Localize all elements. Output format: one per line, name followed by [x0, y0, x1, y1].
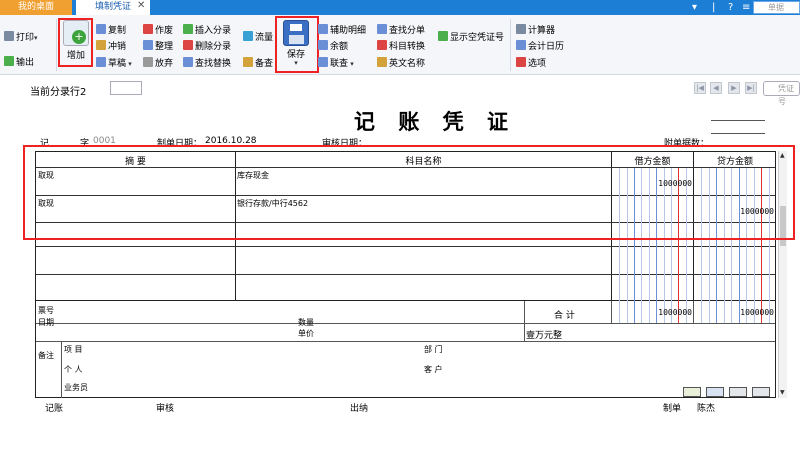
previous-record-icon[interactable]: ◀	[710, 82, 722, 94]
current-entry-input[interactable]	[110, 81, 142, 95]
total-credit: 1000000	[740, 308, 774, 317]
copy-icon	[96, 24, 106, 34]
tab-close-icon[interactable]: ✕	[137, 0, 145, 11]
abandon-icon	[143, 57, 153, 67]
quantity-label: 数量	[298, 318, 314, 327]
close-pane-icon[interactable]	[729, 387, 747, 397]
unit-price-label: 单价	[298, 329, 314, 338]
total-debit: 1000000	[658, 308, 692, 317]
search-icon	[377, 24, 387, 34]
highlight-box-add	[58, 18, 93, 67]
title-rule	[711, 133, 765, 134]
dropdown-icon[interactable]: ▾	[692, 0, 697, 15]
output-button[interactable]: 输出	[4, 56, 34, 69]
tidy-icon	[143, 40, 153, 50]
find-replace-button[interactable]: 查找替换	[183, 57, 231, 70]
expand-icon[interactable]	[752, 387, 770, 397]
aux-detail-button[interactable]: 辅助明细	[318, 24, 366, 37]
calculator-button[interactable]: 计算器	[516, 24, 555, 37]
maker-label: 制单	[663, 404, 682, 414]
last-record-icon[interactable]: ▶|	[745, 82, 757, 94]
help-icon[interactable]: ?	[728, 0, 733, 15]
department-label: 部 门	[424, 345, 443, 354]
draft-button[interactable]: 草稿 ▾	[96, 57, 132, 70]
ticket-no-label: 票号	[38, 306, 54, 315]
link-query-button[interactable]: 联查 ▾	[318, 57, 354, 70]
cashier-label: 出纳	[350, 404, 369, 414]
maker-name: 陈杰	[697, 404, 716, 414]
printer-icon	[4, 31, 14, 41]
chevron-down-icon: ▾	[348, 60, 354, 68]
calculator-icon	[516, 24, 526, 34]
next-record-icon[interactable]: ▶	[728, 82, 740, 94]
void-icon	[143, 24, 153, 34]
image-icon[interactable]	[706, 387, 724, 397]
english-name-button[interactable]: 英文名称	[377, 57, 425, 70]
find-entry-button[interactable]: 查找分单	[377, 24, 425, 37]
top-tab-bar: 我的桌面 填制凭证 ✕ ▾ | ? ≡ 单据	[0, 0, 800, 15]
total-in-words: 壹万元整	[526, 331, 563, 341]
remarks-label: 备注	[38, 351, 54, 360]
person-label: 个 人	[64, 365, 83, 374]
voucher-icon	[438, 31, 448, 41]
navigation-row: 当前分录行2 |◀ ◀ ▶ ▶| 凭证号	[0, 79, 800, 106]
reverse-button[interactable]: 冲销	[96, 40, 126, 53]
scroll-down-icon[interactable]: ▼	[780, 389, 785, 396]
delete-entry-button[interactable]: 删除分录	[183, 40, 231, 53]
print-button[interactable]: 打印▾	[4, 31, 38, 44]
voucher-title: 记 账 凭 证	[354, 109, 516, 134]
calendar-icon	[516, 40, 526, 50]
backup-icon	[243, 57, 253, 67]
insert-entry-button[interactable]: 插入分录	[183, 24, 231, 37]
project-label: 项 目	[64, 345, 83, 354]
insert-icon	[183, 24, 193, 34]
balance-icon	[318, 40, 328, 50]
convert-icon	[377, 40, 387, 50]
chevron-down-icon: ▾	[34, 34, 38, 42]
customer-label: 客 户	[424, 365, 443, 374]
reverse-icon	[96, 40, 106, 50]
link-icon	[318, 57, 328, 67]
flow-icon	[243, 31, 253, 41]
options-icon	[516, 57, 526, 67]
void-button[interactable]: 作废	[143, 24, 173, 37]
voucher-footer: 票号 日期 数量 单价 合 计 1000000 1000000 壹万元整 备注 …	[35, 301, 776, 398]
divider	[510, 19, 511, 71]
menu-icon[interactable]: ≡	[742, 0, 750, 15]
copy-button[interactable]: 复制	[96, 24, 126, 37]
chevron-down-icon: ▾	[126, 60, 132, 68]
detail-icon	[318, 24, 328, 34]
top-search-input[interactable]: 单据	[753, 1, 800, 14]
tidy-button[interactable]: 整理	[143, 40, 173, 53]
title-rule	[711, 120, 765, 121]
first-record-icon[interactable]: |◀	[694, 82, 706, 94]
abandon-button[interactable]: 放弃	[143, 57, 173, 70]
options-button[interactable]: 选项	[516, 57, 546, 70]
subject-convert-button[interactable]: 科目转换	[377, 40, 425, 53]
auditor-label: 审核	[156, 404, 175, 414]
draft-icon	[96, 57, 106, 67]
delete-icon	[183, 40, 193, 50]
salesman-label: 业务员	[64, 383, 88, 392]
tab-my-desktop[interactable]: 我的桌面	[0, 0, 72, 15]
english-icon	[377, 57, 387, 67]
voucher-search-input[interactable]: 凭证号	[763, 81, 800, 106]
highlight-box-entries	[23, 145, 795, 240]
divider	[56, 19, 57, 71]
bookkeeper-label: 记账	[45, 404, 64, 414]
find-icon	[183, 57, 193, 67]
export-icon	[4, 56, 14, 66]
backup-button[interactable]: 备查	[243, 57, 273, 70]
highlight-box-save	[275, 16, 319, 73]
ribbon-toolbar: 打印▾ 输出 + 增加 复制 冲销 草稿 ▾ 作废 整理 放弃 插入分录 删除分…	[0, 15, 800, 75]
balance-button[interactable]: 余额	[318, 40, 348, 53]
separator-icon: |	[712, 2, 716, 13]
show-empty-voucher-button[interactable]: 显示空凭证号	[438, 31, 504, 44]
date-label-footer: 日期	[38, 318, 54, 327]
total-label: 合 计	[554, 311, 575, 321]
accounting-calendar-button[interactable]: 会计日历	[516, 40, 564, 53]
attachment-icon[interactable]	[683, 387, 701, 397]
current-entry-label: 当前分录行2	[30, 87, 87, 98]
flow-button[interactable]: 流量	[243, 31, 273, 44]
